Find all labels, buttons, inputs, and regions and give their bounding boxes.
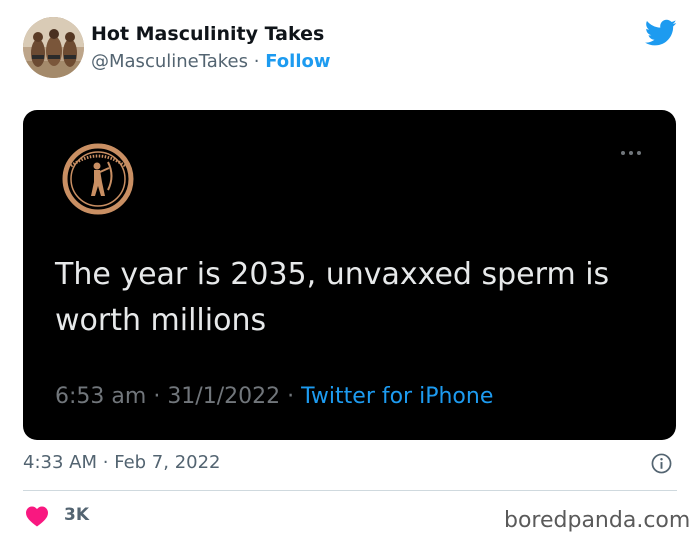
follow-button[interactable]: Follow xyxy=(265,51,330,72)
embedded-tweet-screenshot: The year is 2035, unvaxxed sperm is wort… xyxy=(23,110,676,440)
tweet-time: 4:33 AM xyxy=(23,452,97,473)
embedded-tweet-text: The year is 2035, unvaxxed sperm is wort… xyxy=(55,257,610,338)
author-handle[interactable]: @MasculineTakes xyxy=(91,51,248,72)
meta-separator: · xyxy=(153,384,161,409)
twitter-bird-icon[interactable] xyxy=(645,19,677,47)
like-count[interactable]: 3K xyxy=(64,505,89,525)
timestamp-separator: · xyxy=(102,452,109,473)
embedded-tweet-time: 6:53 am xyxy=(55,384,147,409)
embedded-tweet-source: Twitter for iPhone xyxy=(301,384,494,409)
author-avatar[interactable] xyxy=(23,17,84,78)
handle-separator: · xyxy=(253,51,260,72)
archer-emblem-avatar xyxy=(62,143,134,215)
info-icon[interactable] xyxy=(651,453,672,474)
more-options-icon xyxy=(621,151,641,155)
meta-separator-2: · xyxy=(287,384,295,409)
tweet-date: Feb 7, 2022 xyxy=(114,452,221,473)
heart-icon[interactable] xyxy=(25,505,49,527)
author-handle-row: @MasculineTakes · Follow xyxy=(91,50,331,74)
author-block: Hot Masculinity Takes @MasculineTakes · … xyxy=(91,22,331,74)
boredpanda-watermark: boredpanda.com xyxy=(504,508,691,533)
divider xyxy=(23,490,677,491)
tweet-timestamp[interactable]: 4:33 AM · Feb 7, 2022 xyxy=(23,452,221,473)
author-name[interactable]: Hot Masculinity Takes xyxy=(91,22,331,46)
embedded-tweet-meta: 6:53 am · 31/1/2022 · Twitter for iPhone xyxy=(55,384,493,409)
embedded-tweet-date: 31/1/2022 xyxy=(167,384,281,409)
